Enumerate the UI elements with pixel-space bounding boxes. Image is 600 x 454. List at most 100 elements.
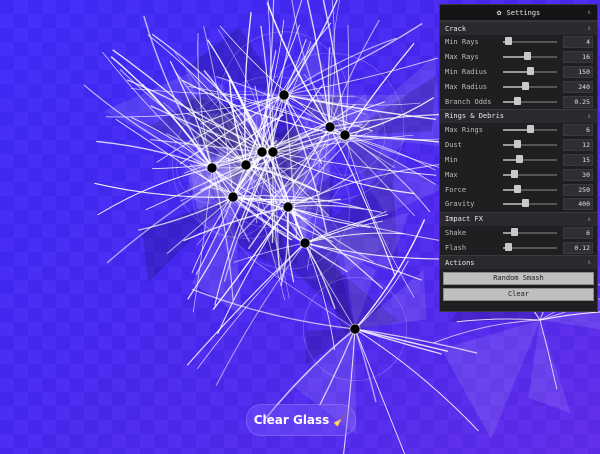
slider-handle[interactable] [516, 154, 524, 163]
chevron-up-icon: ∧ [587, 259, 591, 267]
slider[interactable] [503, 66, 557, 78]
control-label: Max [445, 170, 458, 179]
control-label: Force [445, 185, 467, 194]
control-shake: Shake 6 [440, 226, 597, 241]
folder-label: Actions [445, 258, 475, 267]
folder-actions[interactable]: Actions ∧ [440, 255, 597, 270]
value-input[interactable]: 30 [563, 168, 593, 181]
folder-rings-debris[interactable]: Rings & Debris ∧ [440, 108, 597, 123]
impact-point [282, 201, 294, 213]
value-input[interactable]: 150 [563, 65, 593, 78]
impact-point [267, 146, 279, 158]
control-label: Gravity [445, 200, 475, 209]
value-input[interactable]: 15 [563, 153, 593, 166]
value-input[interactable]: 6 [563, 227, 593, 240]
control-min: Min 15 [440, 153, 597, 168]
control-min-rays: Min Rays 4 [440, 35, 597, 50]
slider-handle[interactable] [510, 228, 518, 237]
slider-handle[interactable] [527, 125, 534, 134]
slider-handle[interactable] [513, 96, 521, 105]
slider[interactable] [503, 96, 557, 108]
control-force: Force 250 [440, 182, 597, 197]
slider[interactable] [503, 198, 557, 210]
crack-line [354, 328, 377, 403]
control-max-rings: Max Rings 6 [440, 123, 597, 138]
slider[interactable] [503, 36, 557, 48]
slider[interactable] [503, 81, 557, 93]
collapse-icon[interactable]: ∧ [587, 9, 591, 16]
settings-panel: ✿ Settings ∧ Crack ∧ Min Rays 4 Max Rays 1… [439, 4, 598, 312]
control-label: Shake [445, 229, 467, 238]
settings-title: Settings [506, 8, 541, 17]
slider-handle[interactable] [505, 242, 513, 251]
value-input[interactable]: 240 [563, 80, 593, 93]
slider-handle[interactable] [510, 169, 518, 178]
control-label: Min [445, 155, 458, 164]
impact-point [339, 129, 351, 141]
slider-handle[interactable] [524, 52, 532, 61]
random-smash-button[interactable]: Random Smash [443, 272, 594, 286]
control-label: Min Rays [445, 38, 479, 47]
value-input[interactable]: 400 [563, 198, 593, 211]
glass-shard [441, 320, 540, 440]
control-dust: Dust 12 [440, 138, 597, 153]
folder-impact-fx[interactable]: Impact FX ∧ [440, 211, 597, 226]
impact-point [324, 121, 336, 133]
value-input[interactable]: 16 [563, 51, 593, 64]
control-min-radius: Min Radius 150 [440, 65, 597, 80]
value-input[interactable]: 6 [563, 124, 593, 137]
slider-handle[interactable] [513, 184, 521, 193]
value-input[interactable]: 12 [563, 139, 593, 152]
clear-glass-button[interactable]: Clear Glass 🧹 [246, 404, 356, 436]
value-input[interactable]: 250 [563, 183, 593, 196]
control-label: Flash [445, 243, 467, 252]
slider[interactable] [503, 169, 557, 181]
slider-handle[interactable] [505, 37, 513, 46]
control-label: Max Radius [445, 82, 488, 91]
slider[interactable] [503, 184, 557, 196]
slider-handle[interactable] [521, 199, 529, 208]
slider-handle[interactable] [521, 81, 529, 90]
gear-icon: ✿ [496, 8, 502, 17]
impact-point [206, 162, 218, 174]
impact-point [240, 159, 252, 171]
control-max: Max 30 [440, 167, 597, 182]
control-flash: Flash 0.12 [440, 241, 597, 256]
chevron-up-icon: ∧ [587, 112, 591, 120]
control-label: Dust [445, 141, 462, 150]
slider[interactable] [503, 139, 557, 151]
folder-label: Crack [445, 24, 467, 33]
folder-label: Rings & Debris [445, 112, 505, 121]
value-input[interactable]: 0.25 [563, 95, 593, 108]
slider[interactable] [503, 154, 557, 166]
slider[interactable] [503, 51, 557, 63]
value-input[interactable]: 0.12 [563, 241, 593, 254]
control-gravity: Gravity 400 [440, 197, 597, 212]
folder-label: Impact FX [445, 215, 483, 224]
settings-header[interactable]: ✿ Settings ∧ [440, 5, 597, 21]
chevron-up-icon: ∧ [587, 215, 591, 223]
value-input[interactable]: 4 [563, 36, 593, 49]
control-label: Branch Odds [445, 97, 492, 106]
impact-point [278, 89, 290, 101]
slider[interactable] [503, 227, 557, 239]
folder-crack[interactable]: Crack ∧ [440, 21, 597, 35]
glass-shard [528, 320, 571, 414]
slider-handle[interactable] [513, 140, 521, 149]
slider-handle[interactable] [527, 66, 534, 75]
control-branch-odds: Branch Odds 0.25 [440, 94, 597, 109]
control-max-rays: Max Rays 16 [440, 50, 597, 65]
chevron-up-icon: ∧ [587, 25, 591, 32]
impact-point [256, 146, 268, 158]
slider[interactable] [503, 242, 557, 254]
control-max-radius: Max Radius 240 [440, 79, 597, 94]
control-label: Max Rays [445, 53, 479, 62]
control-label: Min Radius [445, 67, 488, 76]
slider[interactable] [503, 124, 557, 136]
impact-point [349, 323, 361, 335]
control-label: Max Rings [445, 126, 483, 135]
impact-point [227, 191, 239, 203]
crack-line [354, 328, 448, 352]
clear-button[interactable]: Clear [443, 288, 594, 302]
impact-point [299, 237, 311, 249]
